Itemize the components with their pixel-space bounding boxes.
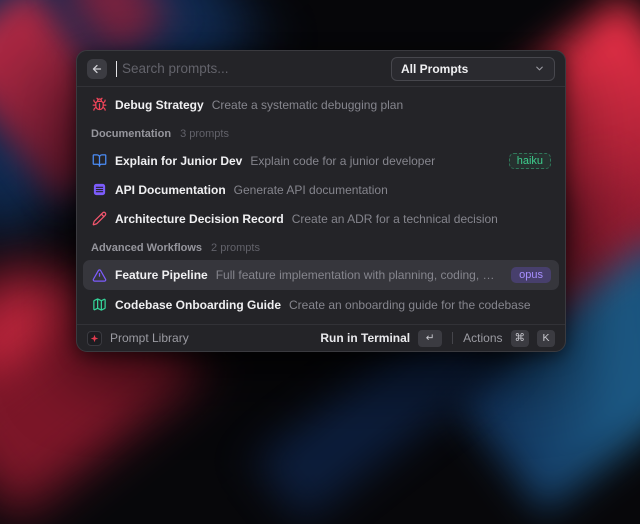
- section-label: Documentation: [91, 128, 171, 140]
- model-badge-haiku: haiku: [509, 153, 551, 169]
- book-open-icon: [91, 153, 107, 169]
- k-key-badge: K: [537, 330, 555, 347]
- prompt-title: Explain for Junior Dev: [115, 154, 242, 168]
- section-header-documentation: Documentation 3 prompts: [83, 119, 559, 146]
- filter-dropdown[interactable]: All Prompts: [391, 57, 555, 81]
- filter-dropdown-value: All Prompts: [401, 62, 468, 76]
- prompt-title: Debug Strategy: [115, 98, 204, 112]
- prompt-library-window: All Prompts Debug Strategy Create a syst…: [76, 50, 566, 352]
- map-icon: [91, 297, 107, 313]
- run-in-terminal-action[interactable]: Run in Terminal: [320, 331, 410, 345]
- enter-key-badge: ↵: [418, 330, 442, 347]
- footer-divider: [452, 332, 453, 344]
- triangle-icon: [91, 267, 107, 283]
- search-input[interactable]: [122, 61, 382, 76]
- model-badge-opus: opus: [511, 267, 551, 283]
- section-label: Advanced Workflows: [91, 242, 202, 254]
- arrow-left-icon: [91, 63, 103, 75]
- list-item-architecture-decision-record[interactable]: Architecture Decision Record Create an A…: [83, 204, 559, 233]
- text-cursor: [116, 61, 117, 77]
- api-doc-icon: [91, 182, 107, 198]
- prompt-title: API Documentation: [115, 183, 226, 197]
- list-item-api-documentation[interactable]: API Documentation Generate API documenta…: [83, 175, 559, 204]
- bug-icon: [91, 97, 107, 113]
- section-count: 3 prompts: [180, 128, 229, 140]
- prompt-list: Debug Strategy Create a systematic debug…: [77, 87, 565, 324]
- search-bar: All Prompts: [77, 51, 565, 87]
- chevron-down-icon: [534, 63, 545, 74]
- app-logo-icon: [87, 331, 102, 346]
- status-bar: Prompt Library Run in Terminal ↵ Actions…: [77, 324, 565, 351]
- list-item-feature-pipeline[interactable]: Feature Pipeline Full feature implementa…: [83, 260, 559, 290]
- prompt-title: Codebase Onboarding Guide: [115, 298, 281, 312]
- prompt-subtitle: Generate API documentation: [234, 183, 388, 197]
- list-item-codebase-onboarding-guide[interactable]: Codebase Onboarding Guide Create an onbo…: [83, 290, 559, 319]
- prompt-title: Architecture Decision Record: [115, 212, 284, 226]
- prompt-subtitle: Create a systematic debugging plan: [212, 98, 403, 112]
- actions-menu[interactable]: Actions: [463, 331, 502, 345]
- list-item-explain-junior-dev[interactable]: Explain for Junior Dev Explain code for …: [83, 146, 559, 175]
- prompt-title: Feature Pipeline: [115, 268, 208, 282]
- command-key-badge: ⌘: [511, 330, 530, 347]
- prompt-subtitle: Create an onboarding guide for the codeb…: [289, 298, 531, 312]
- list-item-debug-strategy[interactable]: Debug Strategy Create a systematic debug…: [83, 90, 559, 119]
- prompt-subtitle: Full feature implementation with plannin…: [216, 268, 495, 282]
- app-name: Prompt Library: [110, 331, 189, 345]
- prompt-subtitle: Create an ADR for a technical decision: [292, 212, 498, 226]
- section-header-advanced-workflows: Advanced Workflows 2 prompts: [83, 233, 559, 260]
- back-button[interactable]: [87, 59, 107, 79]
- pencil-icon: [91, 211, 107, 227]
- prompt-subtitle: Explain code for a junior developer: [250, 154, 435, 168]
- section-count: 2 prompts: [211, 242, 260, 254]
